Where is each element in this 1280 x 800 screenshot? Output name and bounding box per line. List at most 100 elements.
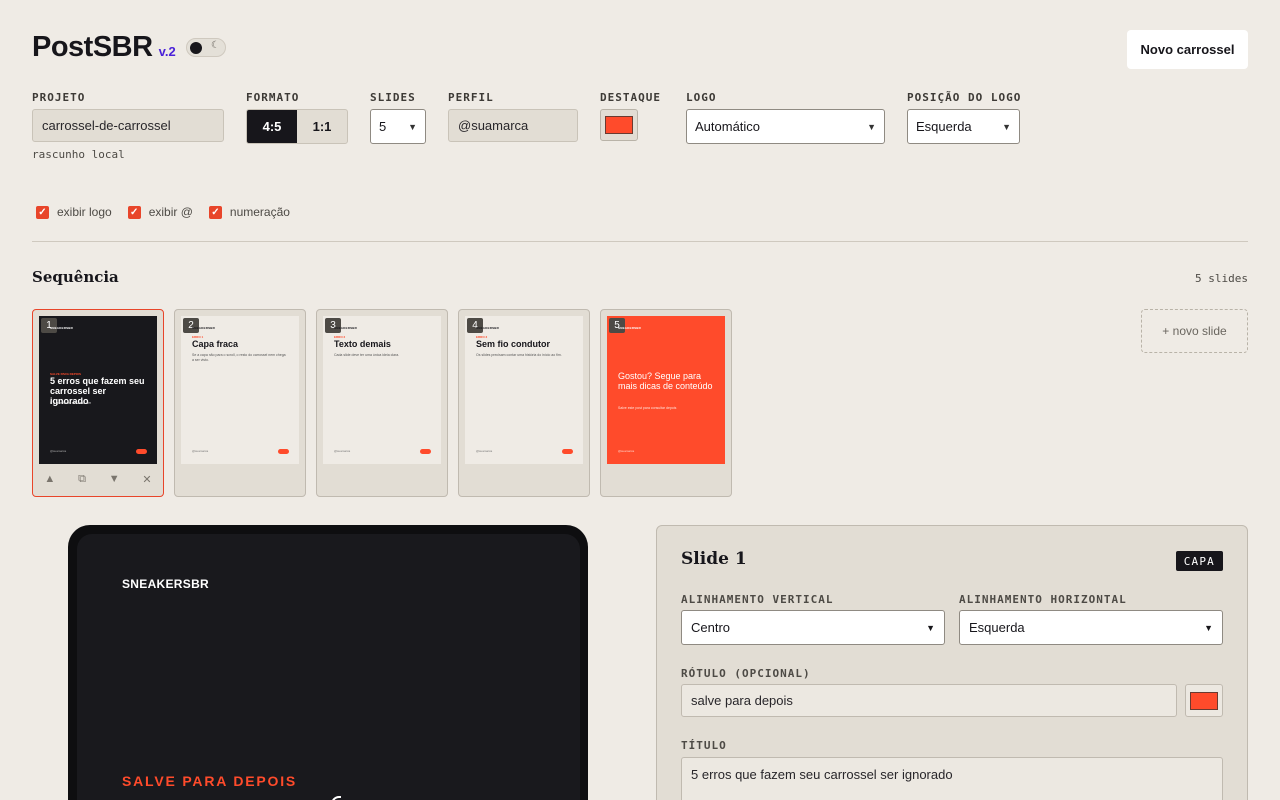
format-toggle: 4:5 1:1 xyxy=(246,109,348,144)
draft-status: rascunho local xyxy=(32,148,125,161)
vertical-align-label: ALINHAMENTO VERTICAL xyxy=(681,593,834,606)
project-label: PROJETO xyxy=(32,91,86,104)
slide-thumb-card: 4 SNEAKERSBR ERRO 3 Sem fio condutor Os … xyxy=(465,316,583,464)
profile-label: PERFIL xyxy=(448,91,494,104)
highlight-color-picker[interactable] xyxy=(600,109,638,141)
thumb-body: Salve este post para consultar depois xyxy=(618,406,677,410)
thumb-body: E o que fazer em cada um xyxy=(50,401,92,405)
horizontal-align-label: ALINHAMENTO HORIZONTAL xyxy=(959,593,1127,606)
sequence-title: Sequência xyxy=(32,268,119,286)
logo-position-label: POSIÇÃO DO LOGO xyxy=(907,91,1022,104)
chevron-down-icon: ▼ xyxy=(926,622,935,633)
move-down-icon[interactable]: ▼ xyxy=(109,473,120,486)
thumb-body: Cada slide deve ter uma única ideia clar… xyxy=(334,353,400,357)
chevron-down-icon: ▼ xyxy=(867,121,876,132)
slide-editor-panel: Slide 1 CAPA ALINHAMENTO VERTICAL Centro… xyxy=(656,525,1248,800)
logo-select[interactable]: Automático ▼ xyxy=(686,109,885,144)
editor-title: Slide 1 xyxy=(681,549,747,569)
display-options: ✓ exibir logo ✓ exibir @ ✓ numeração xyxy=(36,205,290,219)
slide-type-badge: CAPA xyxy=(1175,551,1223,571)
preview-logo: SNEAKERSBR xyxy=(122,577,210,591)
new-slide-button[interactable]: + novo slide xyxy=(1141,309,1248,353)
thumb-title: Texto demais xyxy=(334,339,391,349)
slide-thumb-card: 5 SNEAKERSBR Gostou? Segue para mais dic… xyxy=(607,316,725,464)
logo-label: LOGO xyxy=(686,91,717,104)
thumb-page-pill xyxy=(278,449,289,454)
thumb-title: Gostou? Segue para mais dicas de conteúd… xyxy=(618,371,713,391)
sequence-count: 5 slides xyxy=(1195,272,1248,285)
profile-input[interactable]: @suamarca xyxy=(448,109,578,142)
thumb-brand: SNEAKERSBR xyxy=(50,326,74,330)
slide-thumb-5[interactable]: 5 SNEAKERSBR Gostou? Segue para mais dic… xyxy=(600,309,732,497)
slides-label: SLIDES xyxy=(370,91,416,104)
thumb-page-pill xyxy=(420,449,431,454)
theme-toggle[interactable]: ☾ xyxy=(186,38,226,57)
vertical-align-select[interactable]: Centro ▼ xyxy=(681,610,945,645)
project-name-input[interactable]: carrossel-de-carrossel xyxy=(32,109,224,142)
slide-thumb-card: 2 SNEAKERSBR ERRO 1 Capa fraca Se a capa… xyxy=(181,316,299,464)
slide-tools: ▲ ⧉ ▼ ✕ xyxy=(33,473,163,486)
tag-label: RÓTULO (OPCIONAL) xyxy=(681,667,811,680)
show-logo-label: exibir logo xyxy=(57,205,112,219)
slides-count-select[interactable]: 5 ▼ xyxy=(370,109,426,144)
slide-thumb-1[interactable]: 1 SNEAKERSBR SALVE PARA DEPOIS 5 erros q… xyxy=(32,309,164,497)
check-icon: ✓ xyxy=(36,205,49,219)
thumb-title: Sem fio condutor xyxy=(476,339,550,349)
show-numbering-checkbox[interactable]: ✓ numeração xyxy=(208,205,290,219)
slides-count-value: 5 xyxy=(379,119,387,134)
slide-thumb-3[interactable]: 3 SNEAKERSBR ERRO 2 Texto demais Cada sl… xyxy=(316,309,448,497)
highlight-label: DESTAQUE xyxy=(600,91,661,104)
show-handle-checkbox[interactable]: ✓ exibir @ xyxy=(127,205,193,219)
horizontal-align-value: Esquerda xyxy=(969,620,1025,635)
slide-thumb-4[interactable]: 4 SNEAKERSBR ERRO 3 Sem fio condutor Os … xyxy=(458,309,590,497)
format-label: FORMATO xyxy=(246,91,300,104)
thumb-brand: SNEAKERSBR xyxy=(334,326,358,330)
slide-preview: SNEAKERSBR SALVE PARA DEPOIS xyxy=(77,534,580,800)
tag-input[interactable]: salve para depois xyxy=(681,684,1177,717)
thumb-brand: SNEAKERSBR xyxy=(618,326,642,330)
title-label: TÍTULO xyxy=(681,739,727,752)
toggle-knob xyxy=(190,42,202,54)
check-icon: ✓ xyxy=(127,205,141,219)
app-brand: PostSBR v.2 xyxy=(32,31,176,64)
moon-icon: ☾ xyxy=(211,40,220,51)
app-version: v.2 xyxy=(158,44,176,59)
new-carousel-button[interactable]: Novo carrossel xyxy=(1127,30,1248,69)
preview-title-fragment xyxy=(331,796,341,800)
show-logo-checkbox[interactable]: ✓ exibir logo xyxy=(36,205,112,219)
thumb-page-pill xyxy=(562,449,573,454)
thumb-title: Capa fraca xyxy=(192,339,239,349)
delete-icon[interactable]: ✕ xyxy=(142,473,151,486)
section-divider xyxy=(32,241,1248,242)
thumb-body: Se a capa não para o scroll, o resto do … xyxy=(192,353,286,362)
tag-color-picker[interactable] xyxy=(1185,684,1223,717)
thumb-page-pill xyxy=(136,449,147,454)
horizontal-align-select[interactable]: Esquerda ▼ xyxy=(959,610,1223,645)
thumb-handle: @suamarca xyxy=(334,449,351,453)
check-icon: ✓ xyxy=(208,205,222,219)
move-up-icon[interactable]: ▲ xyxy=(44,473,55,486)
logo-position-value: Esquerda xyxy=(916,119,972,134)
thumb-handle: @suamarca xyxy=(192,449,209,453)
format-option-4-5[interactable]: 4:5 xyxy=(247,110,297,143)
show-numbering-label: numeração xyxy=(229,205,290,219)
format-option-1-1[interactable]: 1:1 xyxy=(297,110,347,143)
title-textarea[interactable]: 5 erros que fazem seu carrossel ser igno… xyxy=(681,757,1223,800)
app-title: PostSBR xyxy=(32,31,153,63)
vertical-align-value: Centro xyxy=(691,620,731,635)
logo-select-value: Automático xyxy=(695,119,761,134)
highlight-color-swatch xyxy=(605,116,633,134)
duplicate-icon[interactable]: ⧉ xyxy=(78,473,86,486)
thumb-handle: @suamarca xyxy=(50,449,67,453)
preview-eyebrow: SALVE PARA DEPOIS xyxy=(122,773,298,789)
thumb-brand: SNEAKERSBR xyxy=(476,326,500,330)
slide-thumb-card: 1 SNEAKERSBR SALVE PARA DEPOIS 5 erros q… xyxy=(39,316,157,464)
tag-color-swatch xyxy=(1190,691,1218,710)
show-handle-label: exibir @ xyxy=(148,205,193,219)
thumb-handle: @suamarca xyxy=(476,449,493,453)
logo-position-select[interactable]: Esquerda ▼ xyxy=(907,109,1020,144)
chevron-down-icon: ▼ xyxy=(1002,121,1011,132)
slide-thumb-2[interactable]: 2 SNEAKERSBR ERRO 1 Capa fraca Se a capa… xyxy=(174,309,306,497)
chevron-down-icon: ▼ xyxy=(1204,622,1213,633)
thumb-handle: @suamarca xyxy=(618,449,635,453)
